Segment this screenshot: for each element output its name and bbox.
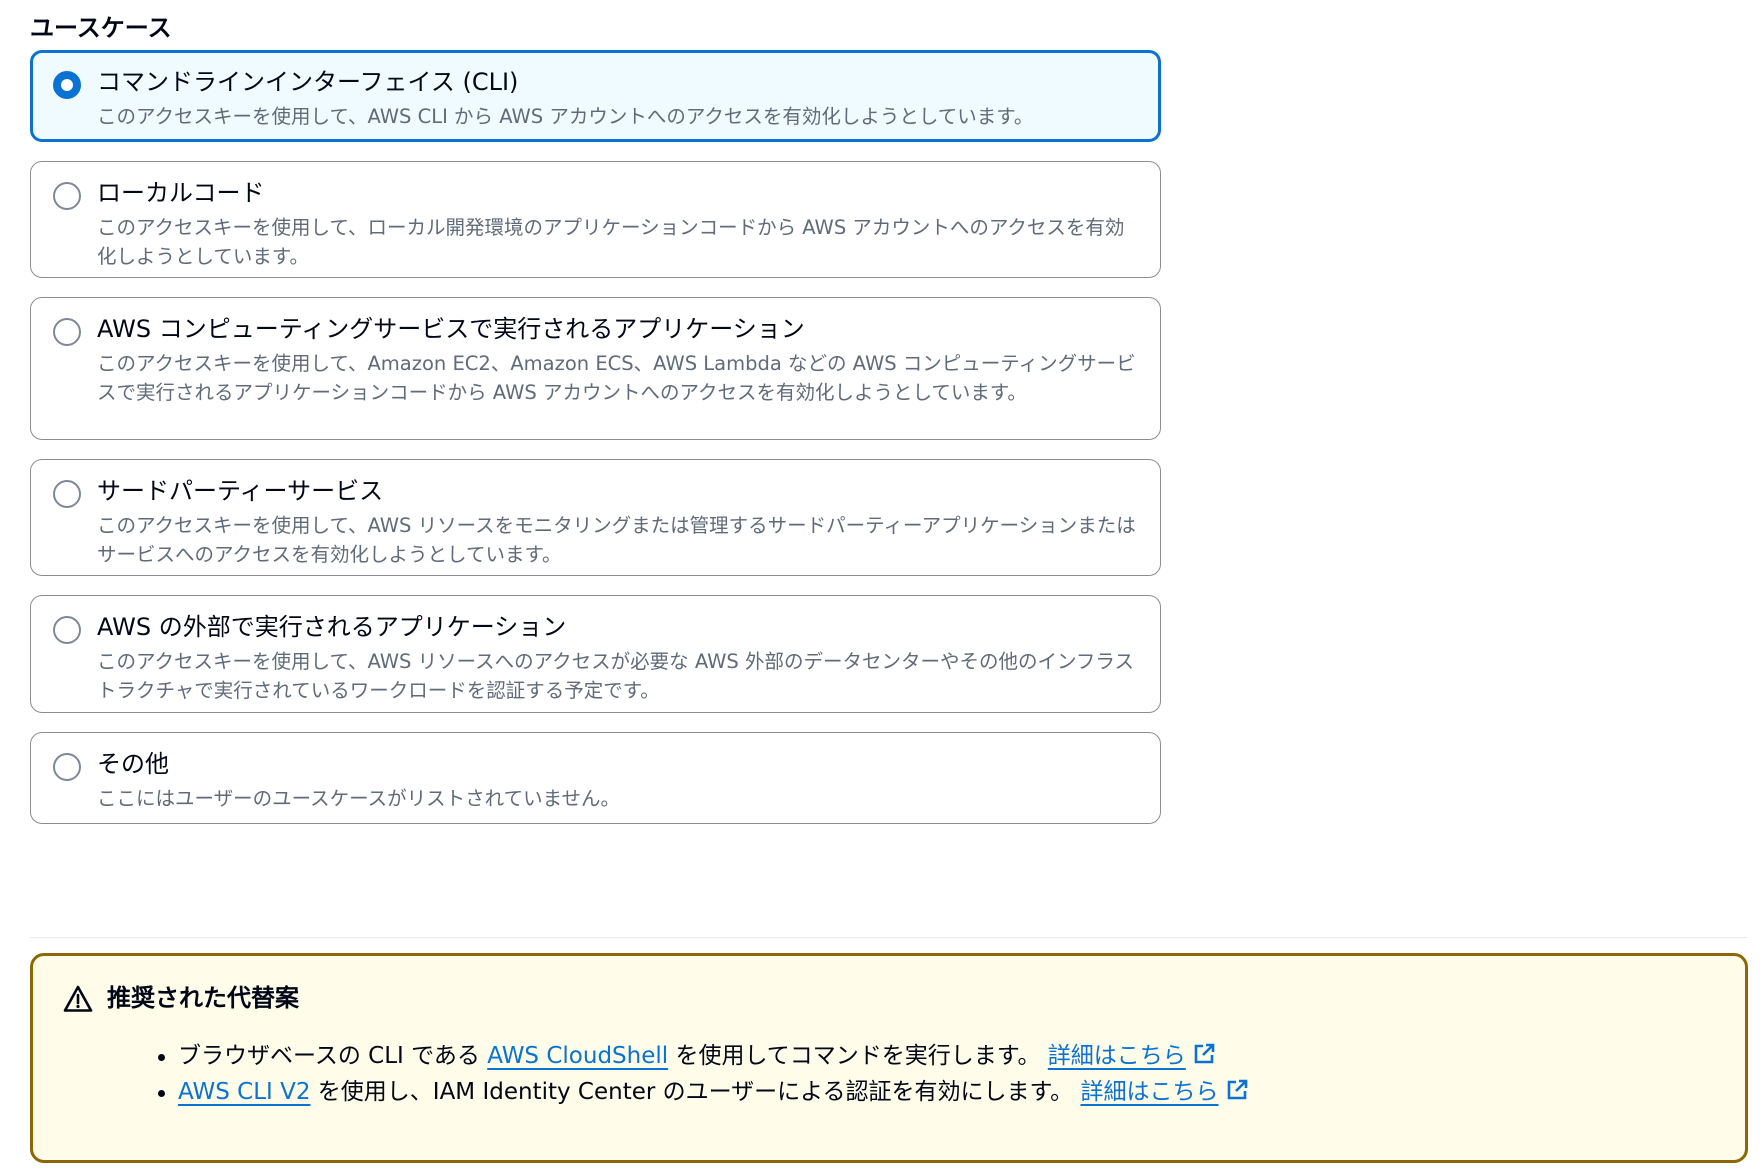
alternative-text-prefix: ブラウザベースの CLI である <box>178 1043 488 1069</box>
alternatives-list: ブラウザベースの CLI である AWS CloudShell を使用してコマン… <box>158 1038 1249 1110</box>
external-link-icon <box>1194 1043 1215 1064</box>
option-description-third-party: このアクセスキーを使用して、AWS リソースをモニタリングまたは管理するサードパ… <box>97 514 1136 566</box>
recommended-alternatives-alert: 推奨された代替案 ブラウザベースの CLI である AWS CloudShell… <box>30 953 1748 1163</box>
option-label-third-party: サードパーティーサービス <box>97 477 384 505</box>
option-aws-compute[interactable]: AWS コンピューティングサービスで実行されるアプリケーション このアクセスキー… <box>30 297 1161 440</box>
section-title: ユースケース <box>30 14 172 42</box>
option-local-code[interactable]: ローカルコード このアクセスキーを使用して、ローカル開発環境のアプリケーションコ… <box>30 161 1161 278</box>
external-link-icon <box>1227 1079 1247 1100</box>
list-item: AWS CLI V2 を使用し、IAM Identity Center のユーザ… <box>158 1074 1249 1110</box>
option-cli[interactable]: コマンドラインインターフェイス (CLI) このアクセスキーを使用して、AWS … <box>30 50 1161 142</box>
radio-button-outside-aws[interactable] <box>53 616 81 644</box>
warning-icon <box>63 985 93 1012</box>
option-description-cli: このアクセスキーを使用して、AWS CLI から AWS アカウントへのアクセス… <box>97 105 1034 128</box>
list-item: ブラウザベースの CLI である AWS CloudShell を使用してコマン… <box>158 1038 1249 1074</box>
radio-button-aws-compute[interactable] <box>53 318 81 346</box>
use-case-page: ユースケース コマンドラインインターフェイス (CLI) このアクセスキーを使用… <box>0 0 1762 1172</box>
learn-more-label: 詳細はこちら <box>1047 1043 1186 1069</box>
alternative-text-suffix: を使用してコマンドを実行します。 <box>668 1043 1048 1069</box>
alternative-text-suffix: を使用し、IAM Identity Center のユーザーによる認証を有効にし… <box>310 1079 1081 1105</box>
radio-button-other[interactable] <box>53 753 81 781</box>
option-label-other: その他 <box>97 750 169 778</box>
option-label-aws-compute: AWS コンピューティングサービスで実行されるアプリケーション <box>97 315 805 343</box>
option-description-local-code: このアクセスキーを使用して、ローカル開発環境のアプリケーションコードから AWS… <box>97 216 1125 268</box>
option-description-aws-compute: このアクセスキーを使用して、Amazon EC2、Amazon ECS、AWS … <box>97 352 1136 404</box>
aws-cloudshell-link[interactable]: AWS CloudShell <box>487 1043 668 1069</box>
learn-more-link[interactable]: 詳細はこちら <box>1081 1079 1249 1105</box>
option-description-other: ここにはユーザーのユースケースがリストされていません。 <box>97 787 620 810</box>
option-label-cli: コマンドラインインターフェイス (CLI) <box>97 68 519 96</box>
radio-button-third-party[interactable] <box>53 480 81 508</box>
option-third-party[interactable]: サードパーティーサービス このアクセスキーを使用して、AWS リソースをモニタリ… <box>30 459 1161 576</box>
option-label-outside-aws: AWS の外部で実行されるアプリケーション <box>97 613 567 641</box>
radio-button-local-code[interactable] <box>53 182 81 210</box>
option-outside-aws[interactable]: AWS の外部で実行されるアプリケーション このアクセスキーを使用して、AWS … <box>30 595 1161 713</box>
divider <box>30 937 1748 938</box>
learn-more-label: 詳細はこちら <box>1080 1079 1219 1105</box>
option-description-outside-aws: このアクセスキーを使用して、AWS リソースへのアクセスが必要な AWS 外部の… <box>97 650 1135 702</box>
learn-more-link[interactable]: 詳細はこちら <box>1048 1043 1216 1069</box>
alert-title: 推奨された代替案 <box>107 984 299 1012</box>
radio-button-cli[interactable] <box>53 71 81 99</box>
option-label-local-code: ローカルコード <box>97 179 265 207</box>
aws-cli-v2-link[interactable]: AWS CLI V2 <box>178 1079 310 1105</box>
option-other[interactable]: その他 ここにはユーザーのユースケースがリストされていません。 <box>30 732 1161 824</box>
